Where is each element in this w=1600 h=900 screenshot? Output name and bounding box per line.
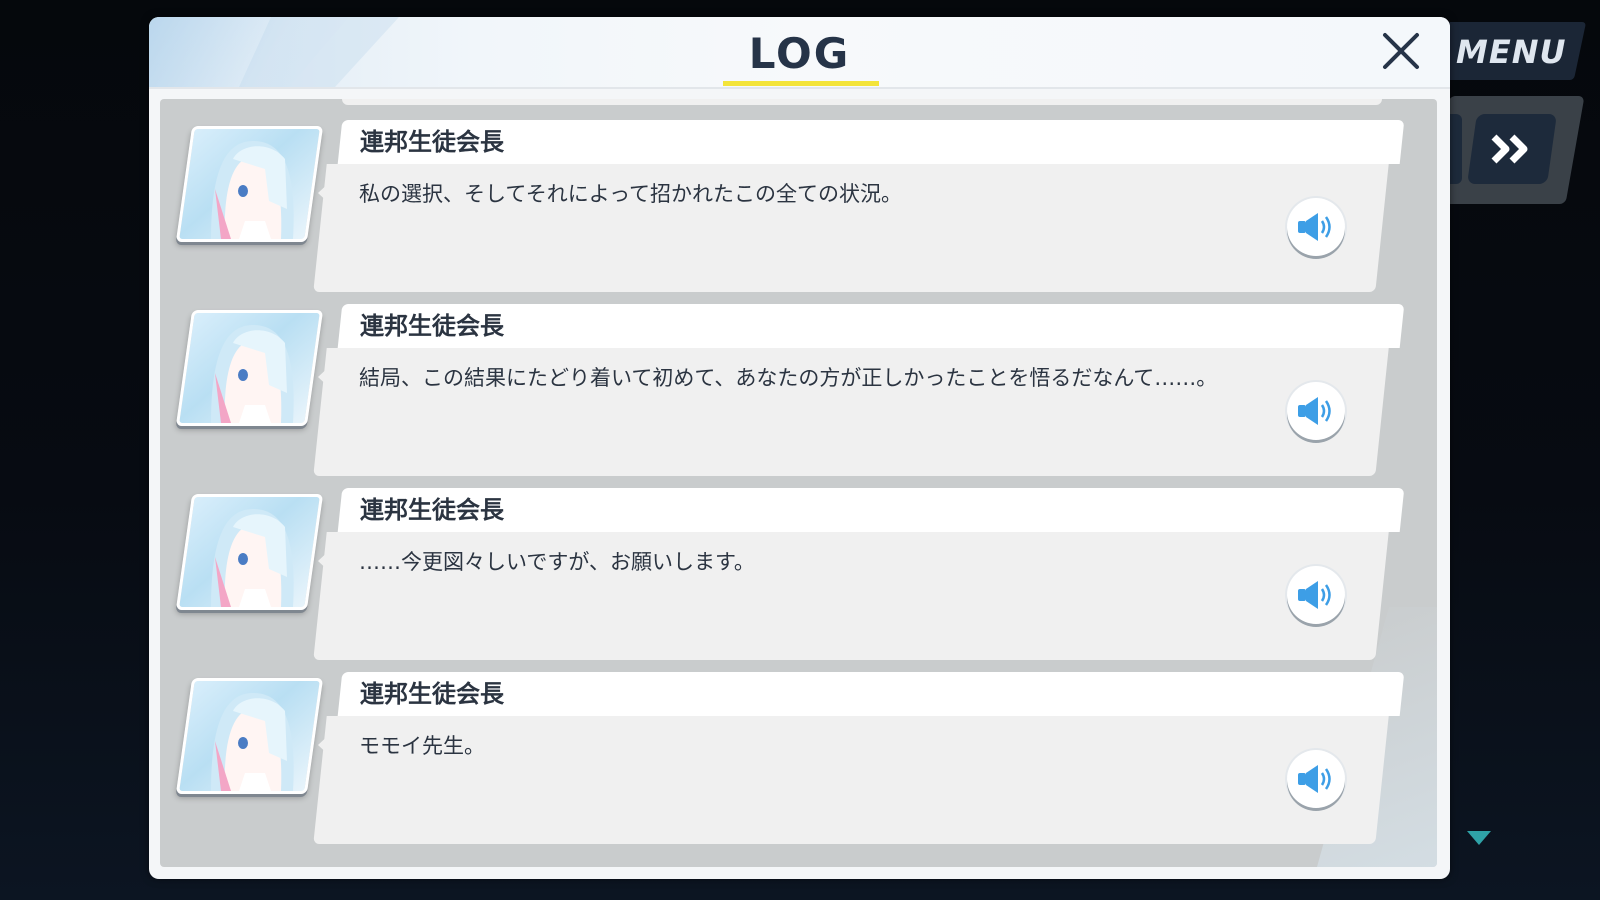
bubble-tail (318, 732, 332, 758)
speaker-portrait (175, 678, 324, 794)
log-list[interactable]: 連邦生徒会長 私の選択、そしてそれによって招かれたこの全ての状況。 連邦生徒会長… (160, 99, 1437, 867)
bubble-tail (318, 364, 332, 390)
play-voice-button[interactable] (1287, 198, 1345, 256)
log-entry: 連邦生徒会長 モモイ先生。 (160, 672, 1437, 847)
speaker-name: 連邦生徒会長 (360, 680, 504, 708)
log-entry: 連邦生徒会長 ……今更図々しいですが、お願いします。 (160, 488, 1437, 663)
log-window: LOG 連邦生徒会長 私の選択、そしてそれによって招かれたこの全ての状況。 連邦… (149, 17, 1450, 879)
speaker-icon (1298, 581, 1331, 609)
dialogue-text: モモイ先生。 (359, 734, 485, 758)
dialogue-text: 私の選択、そしてそれによって招かれたこの全ての状況。 (359, 182, 903, 206)
speaker-portrait (175, 126, 324, 242)
log-header: LOG (149, 17, 1450, 89)
play-voice-button[interactable] (1287, 566, 1345, 624)
bubble-tail (318, 548, 332, 574)
play-voice-button[interactable] (1287, 750, 1345, 808)
log-entry: 連邦生徒会長 結局、この結果にたどり着いて初めて、あなたの方が正しかったことを悟… (160, 304, 1437, 479)
speaker-name: 連邦生徒会長 (360, 128, 504, 156)
title-underline (723, 81, 879, 86)
bubble-tail (318, 180, 332, 206)
fast-forward-icon (1491, 134, 1528, 164)
dialogue-text: ……今更図々しいですが、お願いします。 (359, 550, 755, 574)
menu-label[interactable]: MENU (1456, 30, 1576, 74)
dialogue-text: 結局、この結果にたどり着いて初めて、あなたの方が正しかったことを悟るだなんて……… (359, 366, 1218, 390)
close-icon[interactable] (1379, 29, 1423, 73)
speaker-icon (1298, 213, 1331, 241)
speaker-portrait (175, 310, 324, 426)
log-entry: 連邦生徒会長 私の選択、そしてそれによって招かれたこの全ての状況。 (160, 120, 1437, 295)
play-voice-button[interactable] (1287, 382, 1345, 440)
speaker-name: 連邦生徒会長 (360, 312, 504, 340)
fast-forward-button[interactable] (1467, 114, 1557, 184)
scroll-down-icon[interactable] (1466, 830, 1492, 846)
speaker-icon (1298, 397, 1331, 425)
speaker-name: 連邦生徒会長 (360, 496, 504, 524)
speaker-portrait (175, 494, 324, 610)
previous-entry-edge (342, 99, 1382, 105)
speaker-icon (1298, 765, 1331, 793)
log-title: LOG (748, 29, 851, 78)
